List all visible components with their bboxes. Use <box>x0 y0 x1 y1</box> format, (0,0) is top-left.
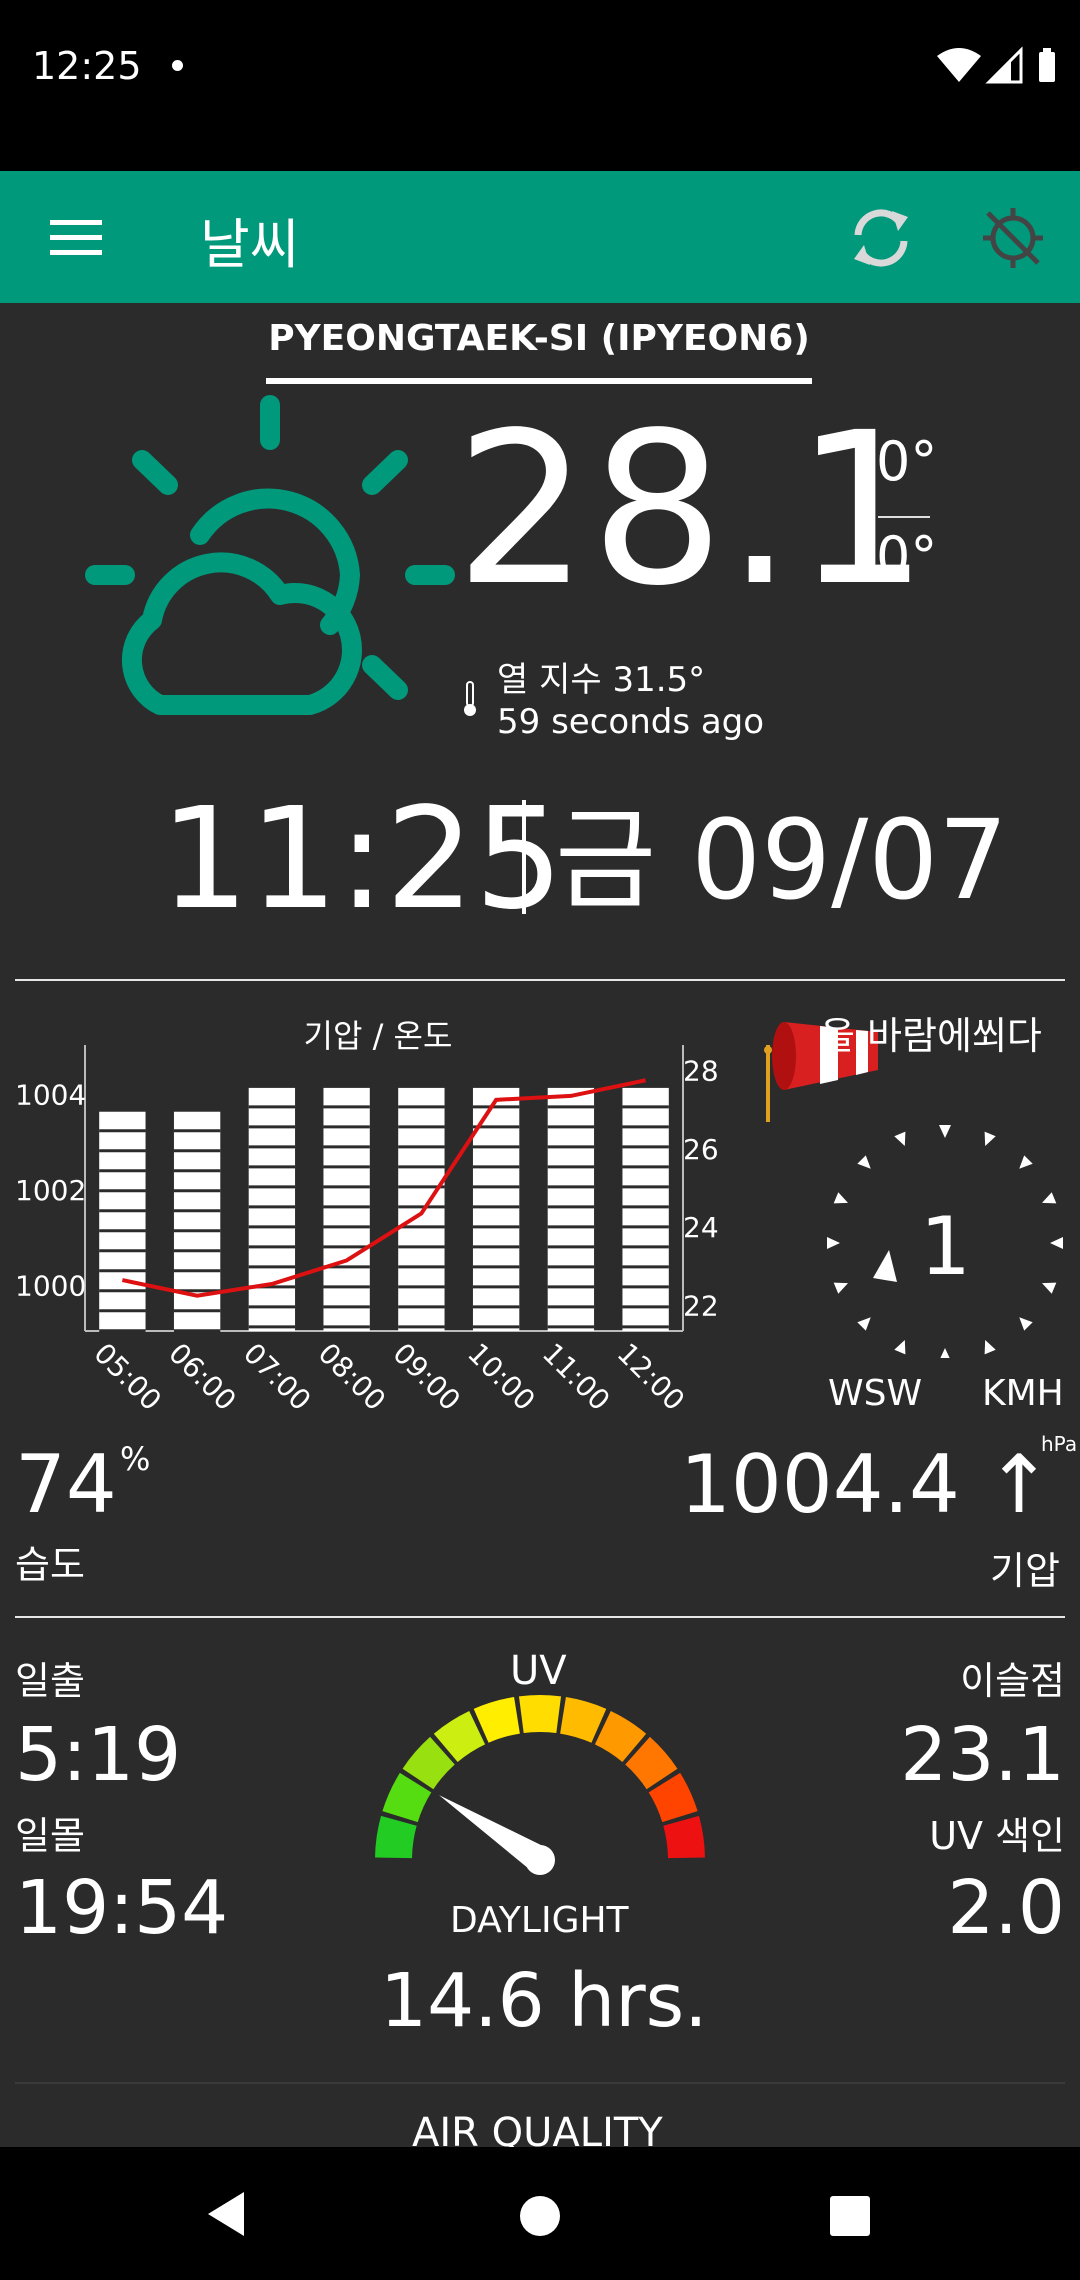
sunset-time: 19:54 <box>15 1865 229 1951</box>
chart-y-left-tick: 1002 <box>15 1174 86 1207</box>
compass-tick <box>833 1192 848 1204</box>
chart-y-right-tick: 24 <box>683 1211 719 1244</box>
sunset-label: 일몰 <box>15 1814 85 1858</box>
pressure-temperature-chart: 기압 / 온도 1000 1002 1004 22 24 26 28 05:0006:00… <box>15 1017 719 1417</box>
compass-tick <box>940 1348 950 1358</box>
compass-tick <box>1042 1192 1057 1204</box>
station-name[interactable]: PYEONGTAEK-SI (IPYEON6) <box>266 318 812 359</box>
battery-icon <box>1039 52 1055 82</box>
chart-bar <box>248 1087 296 1331</box>
last-updated: 59 seconds ago <box>497 702 765 742</box>
chart-bar <box>323 1087 370 1331</box>
compass-tick <box>1042 1282 1057 1294</box>
status-time: 12:25 <box>32 44 142 88</box>
daylight-value: 14.6 hrs. <box>380 1958 708 2044</box>
divider <box>15 2082 1065 2084</box>
compass-tick <box>857 1155 871 1169</box>
compass-tick <box>894 1340 906 1355</box>
compass-tick <box>894 1131 906 1146</box>
current-temperature: 28.1 <box>455 387 931 632</box>
dew-point-value: 23.1 <box>900 1712 1065 1798</box>
compass-tick <box>984 1131 996 1146</box>
home-icon[interactable] <box>518 2194 562 2238</box>
dot-icon <box>172 60 183 71</box>
chart-x-tick: 05:00 <box>87 1337 167 1417</box>
compass-tick <box>1050 1237 1063 1249</box>
pressure-label: 기압 <box>990 1549 1060 1593</box>
wifi-icon <box>937 48 981 82</box>
chart-x-tick: 06:00 <box>162 1337 242 1417</box>
location-off-icon[interactable] <box>980 205 1046 271</box>
app-title: 날씨 <box>200 213 300 276</box>
humidity-unit: % <box>120 1440 151 1478</box>
wind-direction-arrow <box>873 1250 897 1282</box>
chart-x-tick: 10:00 <box>461 1337 541 1417</box>
chart-bar <box>99 1111 146 1333</box>
back-icon[interactable] <box>204 2190 248 2238</box>
chart-y-right-tick: 22 <box>683 1290 719 1323</box>
compass-tick <box>833 1282 848 1294</box>
divider <box>15 1616 1065 1618</box>
chart-title: 기압 / 온도 <box>304 1017 453 1055</box>
compass-tick <box>1019 1317 1033 1331</box>
humidity-value: 74 <box>15 1438 117 1531</box>
compass-tick <box>1019 1155 1033 1169</box>
recents-icon[interactable] <box>830 2196 870 2236</box>
status-bar <box>0 0 1080 171</box>
chart-x-tick: 08:00 <box>312 1337 392 1417</box>
chart-x-tick: 07:00 <box>237 1337 317 1417</box>
uv-index-label: UV 색인 <box>929 1814 1065 1858</box>
wind-label: 을 바람에쐬다 <box>820 1014 1042 1058</box>
compass-tick <box>857 1317 871 1331</box>
temperature-low: 0° <box>876 525 938 588</box>
compass-tick <box>984 1340 996 1355</box>
uv-index-value: 2.0 <box>947 1865 1065 1951</box>
compass-tick <box>939 1125 951 1138</box>
divider <box>15 979 1065 981</box>
chart-bar <box>622 1087 669 1331</box>
chart-y-right-tick: 28 <box>683 1055 719 1088</box>
wind-unit: KMH <box>982 1373 1064 1414</box>
wind-direction: WSW <box>828 1373 923 1414</box>
temperature-high: 0° <box>876 430 938 493</box>
sunrise-label: 일출 <box>15 1659 85 1703</box>
clock-divider <box>522 800 526 914</box>
chart-y-left-tick: 1000 <box>15 1269 86 1302</box>
uv-gauge-segment <box>663 1815 705 1859</box>
station-underline <box>266 378 812 384</box>
chart-y-left-tick: 1004 <box>15 1079 86 1112</box>
humidity-label: 습도 <box>15 1543 85 1587</box>
partly-cloudy-icon <box>85 395 455 715</box>
clock-time: 11:25 <box>160 778 564 941</box>
chart-y-right-tick: 26 <box>683 1133 719 1166</box>
chart-x-tick: 11:00 <box>536 1337 616 1417</box>
uv-gauge <box>375 1695 705 1875</box>
chart-bar <box>398 1087 445 1331</box>
wind-speed: 1 <box>920 1200 971 1293</box>
pressure-unit: hPa <box>1041 1432 1078 1456</box>
daylight-label: DAYLIGHT <box>450 1900 629 1941</box>
chart-x-tick: 12:00 <box>611 1337 691 1417</box>
pressure-value: 1004.4 ↑ <box>680 1438 1053 1531</box>
uv-gauge-segment <box>518 1695 562 1734</box>
clock-date: 금 09/07 <box>555 796 1009 924</box>
status-icons <box>937 46 1055 84</box>
app-bar <box>0 171 1080 303</box>
refresh-icon[interactable] <box>848 205 914 271</box>
compass-tick <box>827 1237 840 1249</box>
chart-bar <box>173 1111 221 1333</box>
thermometer-icon <box>464 681 476 716</box>
sunrise-time: 5:19 <box>15 1712 182 1798</box>
dew-point-label: 이슬점 <box>960 1659 1065 1703</box>
uv-gauge-segment <box>375 1815 417 1859</box>
menu-icon[interactable] <box>50 218 104 258</box>
chart-bar <box>547 1087 595 1331</box>
chart-x-tick: 09:00 <box>386 1337 466 1417</box>
heat-index: 열 지수 31.5° <box>497 660 706 700</box>
uv-gauge-title: UV <box>510 1648 567 1694</box>
temperature-divider <box>878 516 930 518</box>
